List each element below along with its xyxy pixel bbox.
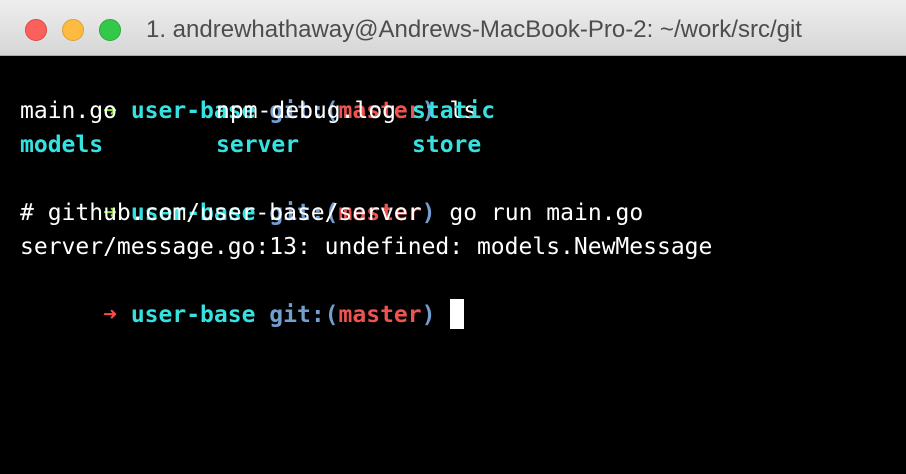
command-text: go run main.go (449, 200, 644, 226)
prompt-line: ➜ user-base git:(master) go run main.go (20, 162, 643, 226)
terminal-output[interactable]: ➜ user-base git:(master) ls main.go npm-… (0, 56, 906, 474)
zoom-window-button[interactable] (99, 19, 121, 41)
prompt-branch: master (338, 302, 422, 328)
file-entry: main.go (20, 98, 117, 124)
error-output-line: server/message.go:13: undefined: models.… (20, 234, 713, 260)
directory-entry: models (20, 132, 104, 158)
prompt-git-suffix: ) (421, 302, 436, 328)
output-line: # github.com/user-base/server (20, 200, 422, 226)
terminal-window: 1. andrewhathaway@Andrews-MacBook-Pro-2:… (0, 0, 906, 474)
title-bar[interactable]: 1. andrewhathaway@Andrews-MacBook-Pro-2:… (0, 0, 906, 56)
close-window-button[interactable] (25, 19, 47, 41)
file-entry: npm-debug.log (216, 98, 397, 124)
prompt-arrow-error-icon: ➜ (103, 302, 117, 328)
directory-entry: static (412, 98, 496, 124)
ls-output-row: main.go npm-debug.log static (20, 94, 890, 128)
minimize-window-button[interactable] (62, 19, 84, 41)
prompt-line: ➜ user-base git:(master) ls (20, 60, 477, 124)
prompt-git-suffix: ) (421, 200, 436, 226)
prompt-directory: user-base (130, 302, 256, 328)
ls-output-row: models server store (20, 128, 890, 162)
prompt-git-prefix: git:( (269, 302, 339, 328)
current-prompt-line[interactable]: ➜ user-base git:(master) (20, 264, 464, 329)
window-title: 1. andrewhathaway@Andrews-MacBook-Pro-2:… (146, 16, 802, 43)
directory-entry: server (216, 132, 300, 158)
directory-entry: store (412, 132, 482, 158)
text-cursor[interactable] (449, 299, 464, 329)
